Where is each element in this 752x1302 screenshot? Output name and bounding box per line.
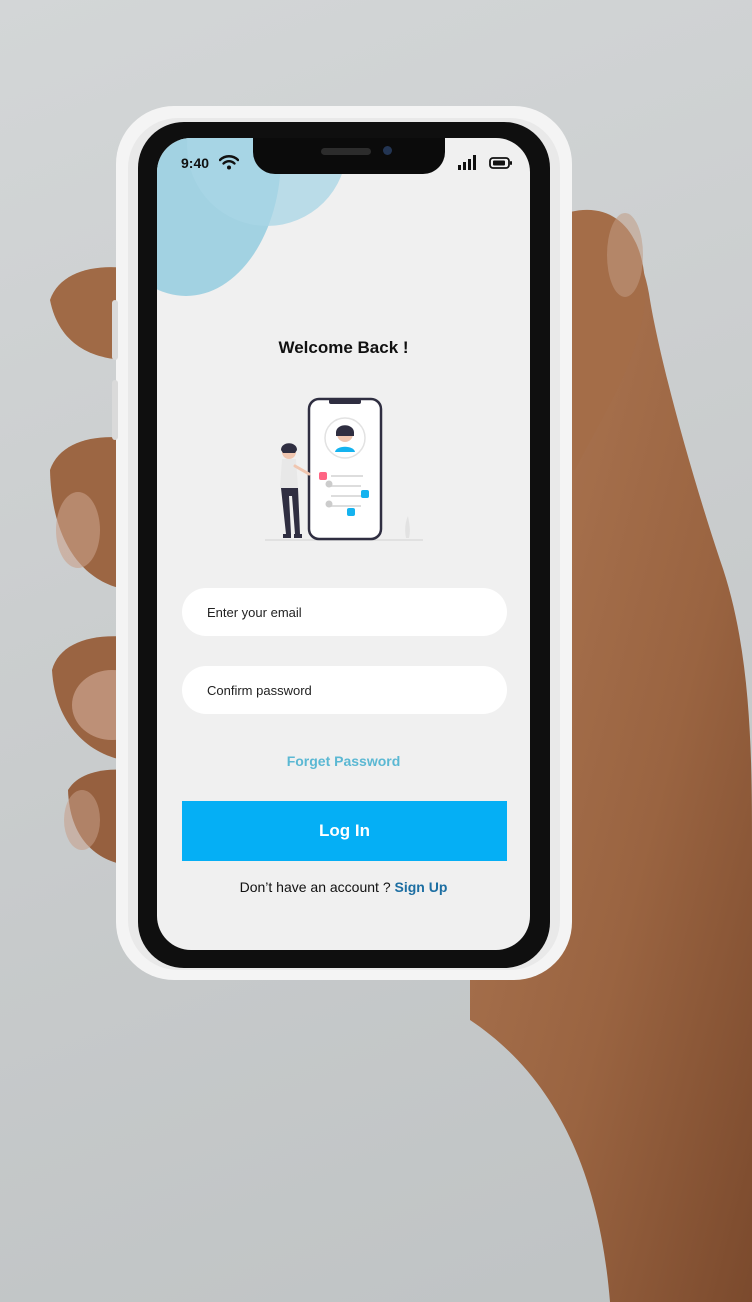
login-button[interactable]: Log In (182, 801, 507, 861)
signup-prompt: Don’t have an account ? (239, 879, 391, 895)
notch (253, 138, 445, 174)
signup-row: Don’t have an account ? Sign Up (157, 879, 530, 895)
battery-icon (489, 157, 512, 169)
status-time: 9:40 (181, 155, 210, 171)
login-button-label: Log In (319, 821, 370, 840)
page-title: Welcome Back ! (278, 338, 409, 357)
status-bar: 9:40 (157, 138, 530, 188)
photo-background: 9:40 Welcome Back ! Enter your email Con… (0, 0, 752, 1302)
phone-screen: 9:40 Welcome Back ! Enter your email Con… (157, 138, 530, 950)
email-placeholder: Enter your email (207, 604, 302, 620)
email-field[interactable]: Enter your email (182, 588, 507, 636)
password-placeholder: Confirm password (207, 682, 312, 698)
speaker-grille (321, 148, 371, 155)
password-field[interactable]: Confirm password (182, 666, 507, 714)
forgot-password-link[interactable]: Forget Password (157, 753, 530, 769)
signal-icon (458, 155, 476, 170)
login-illustration (265, 397, 423, 541)
front-camera (383, 146, 392, 155)
signup-link[interactable]: Sign Up (395, 879, 448, 895)
wifi-icon (219, 155, 239, 170)
